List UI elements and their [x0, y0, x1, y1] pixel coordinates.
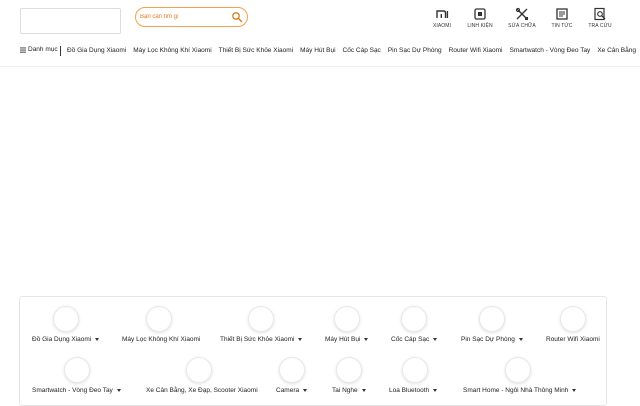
category-label: Máy Hút Bụi — [325, 336, 361, 343]
category-links: Đồ Gia Dụng Xiaomi Máy Lọc Không Khí Xia… — [67, 47, 636, 54]
category-thumbnail — [505, 357, 531, 383]
category-thumbnail — [336, 357, 362, 383]
category-separator — [60, 46, 61, 56]
category-label: Thiết Bị Sức Khỏe Xiaomi — [220, 336, 295, 343]
category-thumbnail — [560, 306, 586, 332]
nav-sua-chua[interactable]: SỬA CHỮA — [502, 7, 542, 33]
category-label: Xe Cân Bằng, Xe Đạp, Scooter Xiaomi — [146, 387, 258, 394]
chevron-down-icon[interactable] — [572, 389, 577, 392]
category-menu-label: Danh mục — [28, 46, 58, 53]
chevron-down-icon[interactable] — [95, 338, 100, 341]
nav-tin-tuc[interactable]: TIN TỨC — [542, 7, 582, 33]
category-label: Smartwatch - Vòng Đeo Tay — [32, 387, 113, 394]
category-link[interactable]: Đồ Gia Dụng Xiaomi — [67, 47, 126, 54]
nav-label: XIAOMI — [432, 23, 452, 29]
category-thumbnail — [64, 357, 90, 383]
hamburger-icon — [20, 47, 26, 53]
category-panel: Đồ Gia Dụng Xiaomi Máy Lọc Không Khí Xia… — [19, 296, 607, 406]
category-thumbnail — [186, 357, 212, 383]
chevron-down-icon[interactable] — [303, 389, 308, 392]
category-link[interactable]: Thiết Bị Sức Khỏe Xiaomi — [219, 47, 293, 54]
nav-label: TRA CỨU — [588, 23, 612, 29]
category-thumbnail — [146, 306, 172, 332]
tools-icon — [515, 7, 528, 20]
nav-xiaomi[interactable]: XIAOMI — [422, 7, 462, 33]
category-thumbnail — [53, 306, 79, 332]
category-link[interactable]: Pin Sạc Dự Phòng — [388, 47, 442, 54]
category-thumbnail — [402, 357, 428, 383]
category-thumbnail — [334, 306, 360, 332]
chevron-down-icon[interactable] — [361, 389, 366, 392]
category-label: Router Wifi Xiaomi — [546, 336, 600, 343]
chevron-down-icon[interactable] — [518, 338, 523, 341]
nav-label: TIN TỨC — [551, 23, 573, 29]
category-label: Smart Home - Ngôi Nhà Thông Minh — [463, 387, 569, 394]
category-thumbnail — [479, 306, 505, 332]
chevron-down-icon[interactable] — [364, 338, 369, 341]
category-thumbnail — [248, 306, 274, 332]
mi-logo-icon — [436, 10, 449, 18]
category-thumbnail — [401, 306, 427, 332]
nav-tra-cuu[interactable]: TRA CỨU — [580, 7, 620, 33]
category-bar: Danh mục Đồ Gia Dụng Xiaomi Máy Lọc Khôn… — [0, 44, 640, 60]
chevron-down-icon[interactable] — [433, 338, 438, 341]
lookup-icon — [594, 7, 606, 21]
chevron-down-icon[interactable] — [298, 338, 303, 341]
category-label: Đồ Gia Dụng Xiaomi — [32, 336, 92, 343]
category-link[interactable]: Máy Lọc Không Khí Xiaomi — [133, 47, 211, 54]
chevron-down-icon[interactable] — [433, 389, 438, 392]
category-label: Máy Lọc Không Khí Xiaomi — [122, 336, 201, 343]
news-icon — [556, 8, 568, 20]
category-link[interactable]: Smartwatch - Vòng Đeo Tay — [510, 47, 591, 54]
category-label: Pin Sạc Dự Phòng — [461, 336, 515, 343]
nav-label: SỬA CHỮA — [508, 23, 536, 29]
category-link[interactable]: Máy Hút Bụi — [300, 47, 335, 54]
top-nav: XIAOMI LINH KIỆN SỬA CHỮA TIN TỨC TRA CỨ… — [0, 7, 640, 33]
nav-label: LINH KIỆN — [467, 23, 493, 29]
header: XIAOMI LINH KIỆN SỬA CHỮA — [0, 0, 640, 40]
category-label: Camera — [276, 387, 300, 394]
category-label: Loa Bluetooth — [389, 387, 430, 394]
category-label: Tai Nghe — [332, 387, 358, 394]
category-link[interactable]: Router Wifi Xiaomi — [449, 47, 503, 54]
component-icon — [474, 8, 486, 20]
category-menu-button[interactable]: Danh mục — [20, 46, 58, 53]
nav-linh-kien[interactable]: LINH KIỆN — [460, 7, 500, 33]
category-label: Cốc Cáp Sạc — [391, 336, 430, 343]
header-divider — [0, 66, 640, 67]
chevron-down-icon[interactable] — [116, 389, 121, 392]
category-thumbnail — [279, 357, 305, 383]
category-link[interactable]: Xe Cân Bằng — [597, 47, 636, 54]
category-link[interactable]: Cốc Cáp Sạc — [343, 47, 381, 54]
